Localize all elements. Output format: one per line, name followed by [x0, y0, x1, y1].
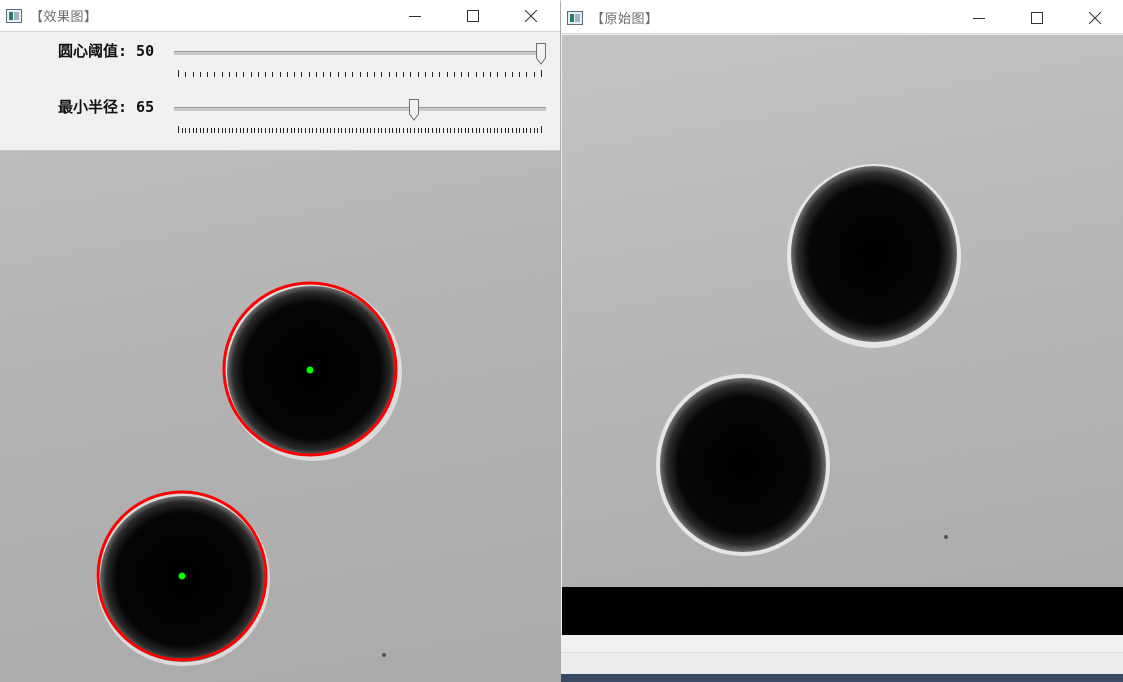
- close-button[interactable]: [1066, 2, 1123, 34]
- minimize-button[interactable]: [386, 0, 444, 32]
- trackbar-min-radius-thumb[interactable]: [409, 99, 420, 121]
- trackbar-center-threshold-ticks: [178, 70, 542, 77]
- maximize-button[interactable]: [1008, 2, 1066, 34]
- trackbar-min-radius: 最小半径: 65: [0, 92, 560, 146]
- blob-upper: [787, 164, 961, 348]
- minimize-icon: [973, 17, 985, 19]
- window-bottom-strip: [562, 652, 1123, 675]
- trackbar-center-threshold-track[interactable]: [174, 51, 546, 55]
- close-icon: [1089, 11, 1101, 24]
- maximize-button[interactable]: [444, 0, 502, 32]
- app-window-icon: [567, 10, 583, 25]
- effect-image: [0, 151, 560, 682]
- original-image: [562, 35, 1123, 587]
- minimize-button[interactable]: [950, 2, 1008, 34]
- trackbar-min-radius-label: 最小半径: 65: [58, 98, 155, 116]
- trackbar-center-threshold-thumb[interactable]: [536, 43, 546, 65]
- trackbar-panel: 圆心阈值: 50 最小半径: 65: [0, 32, 560, 151]
- maximize-icon: [467, 9, 479, 22]
- blob-lower: [656, 374, 830, 556]
- original-window-title: 【原始图】: [591, 12, 659, 27]
- effect-window-title: 【效果图】: [30, 10, 98, 25]
- image-black-bar: [562, 587, 1123, 635]
- close-icon: [525, 9, 537, 22]
- detected-circle-lower: [96, 490, 270, 666]
- effect-title-bar[interactable]: 【效果图】: [0, 0, 560, 32]
- effect-window: 【效果图】 圆心阈值: 50 最小半径: 65: [0, 0, 561, 682]
- detected-circle-center: [306, 366, 314, 374]
- detected-circle-upper: [222, 281, 402, 461]
- trackbar-min-radius-track[interactable]: [174, 107, 546, 111]
- close-button[interactable]: [502, 0, 560, 32]
- original-title-bar[interactable]: 【原始图】: [561, 2, 1123, 34]
- minimize-icon: [409, 15, 421, 17]
- maximize-icon: [1031, 11, 1043, 24]
- taskbar-edge: [561, 674, 1123, 682]
- trackbar-min-radius-ticks: [178, 126, 542, 133]
- app-window-icon: [6, 8, 22, 23]
- trackbar-center-threshold: 圆心阈值: 50: [0, 36, 560, 90]
- detected-circle-center: [178, 572, 186, 580]
- trackbar-center-threshold-label: 圆心阈值: 50: [58, 42, 155, 60]
- original-window: 【原始图】: [560, 2, 1123, 682]
